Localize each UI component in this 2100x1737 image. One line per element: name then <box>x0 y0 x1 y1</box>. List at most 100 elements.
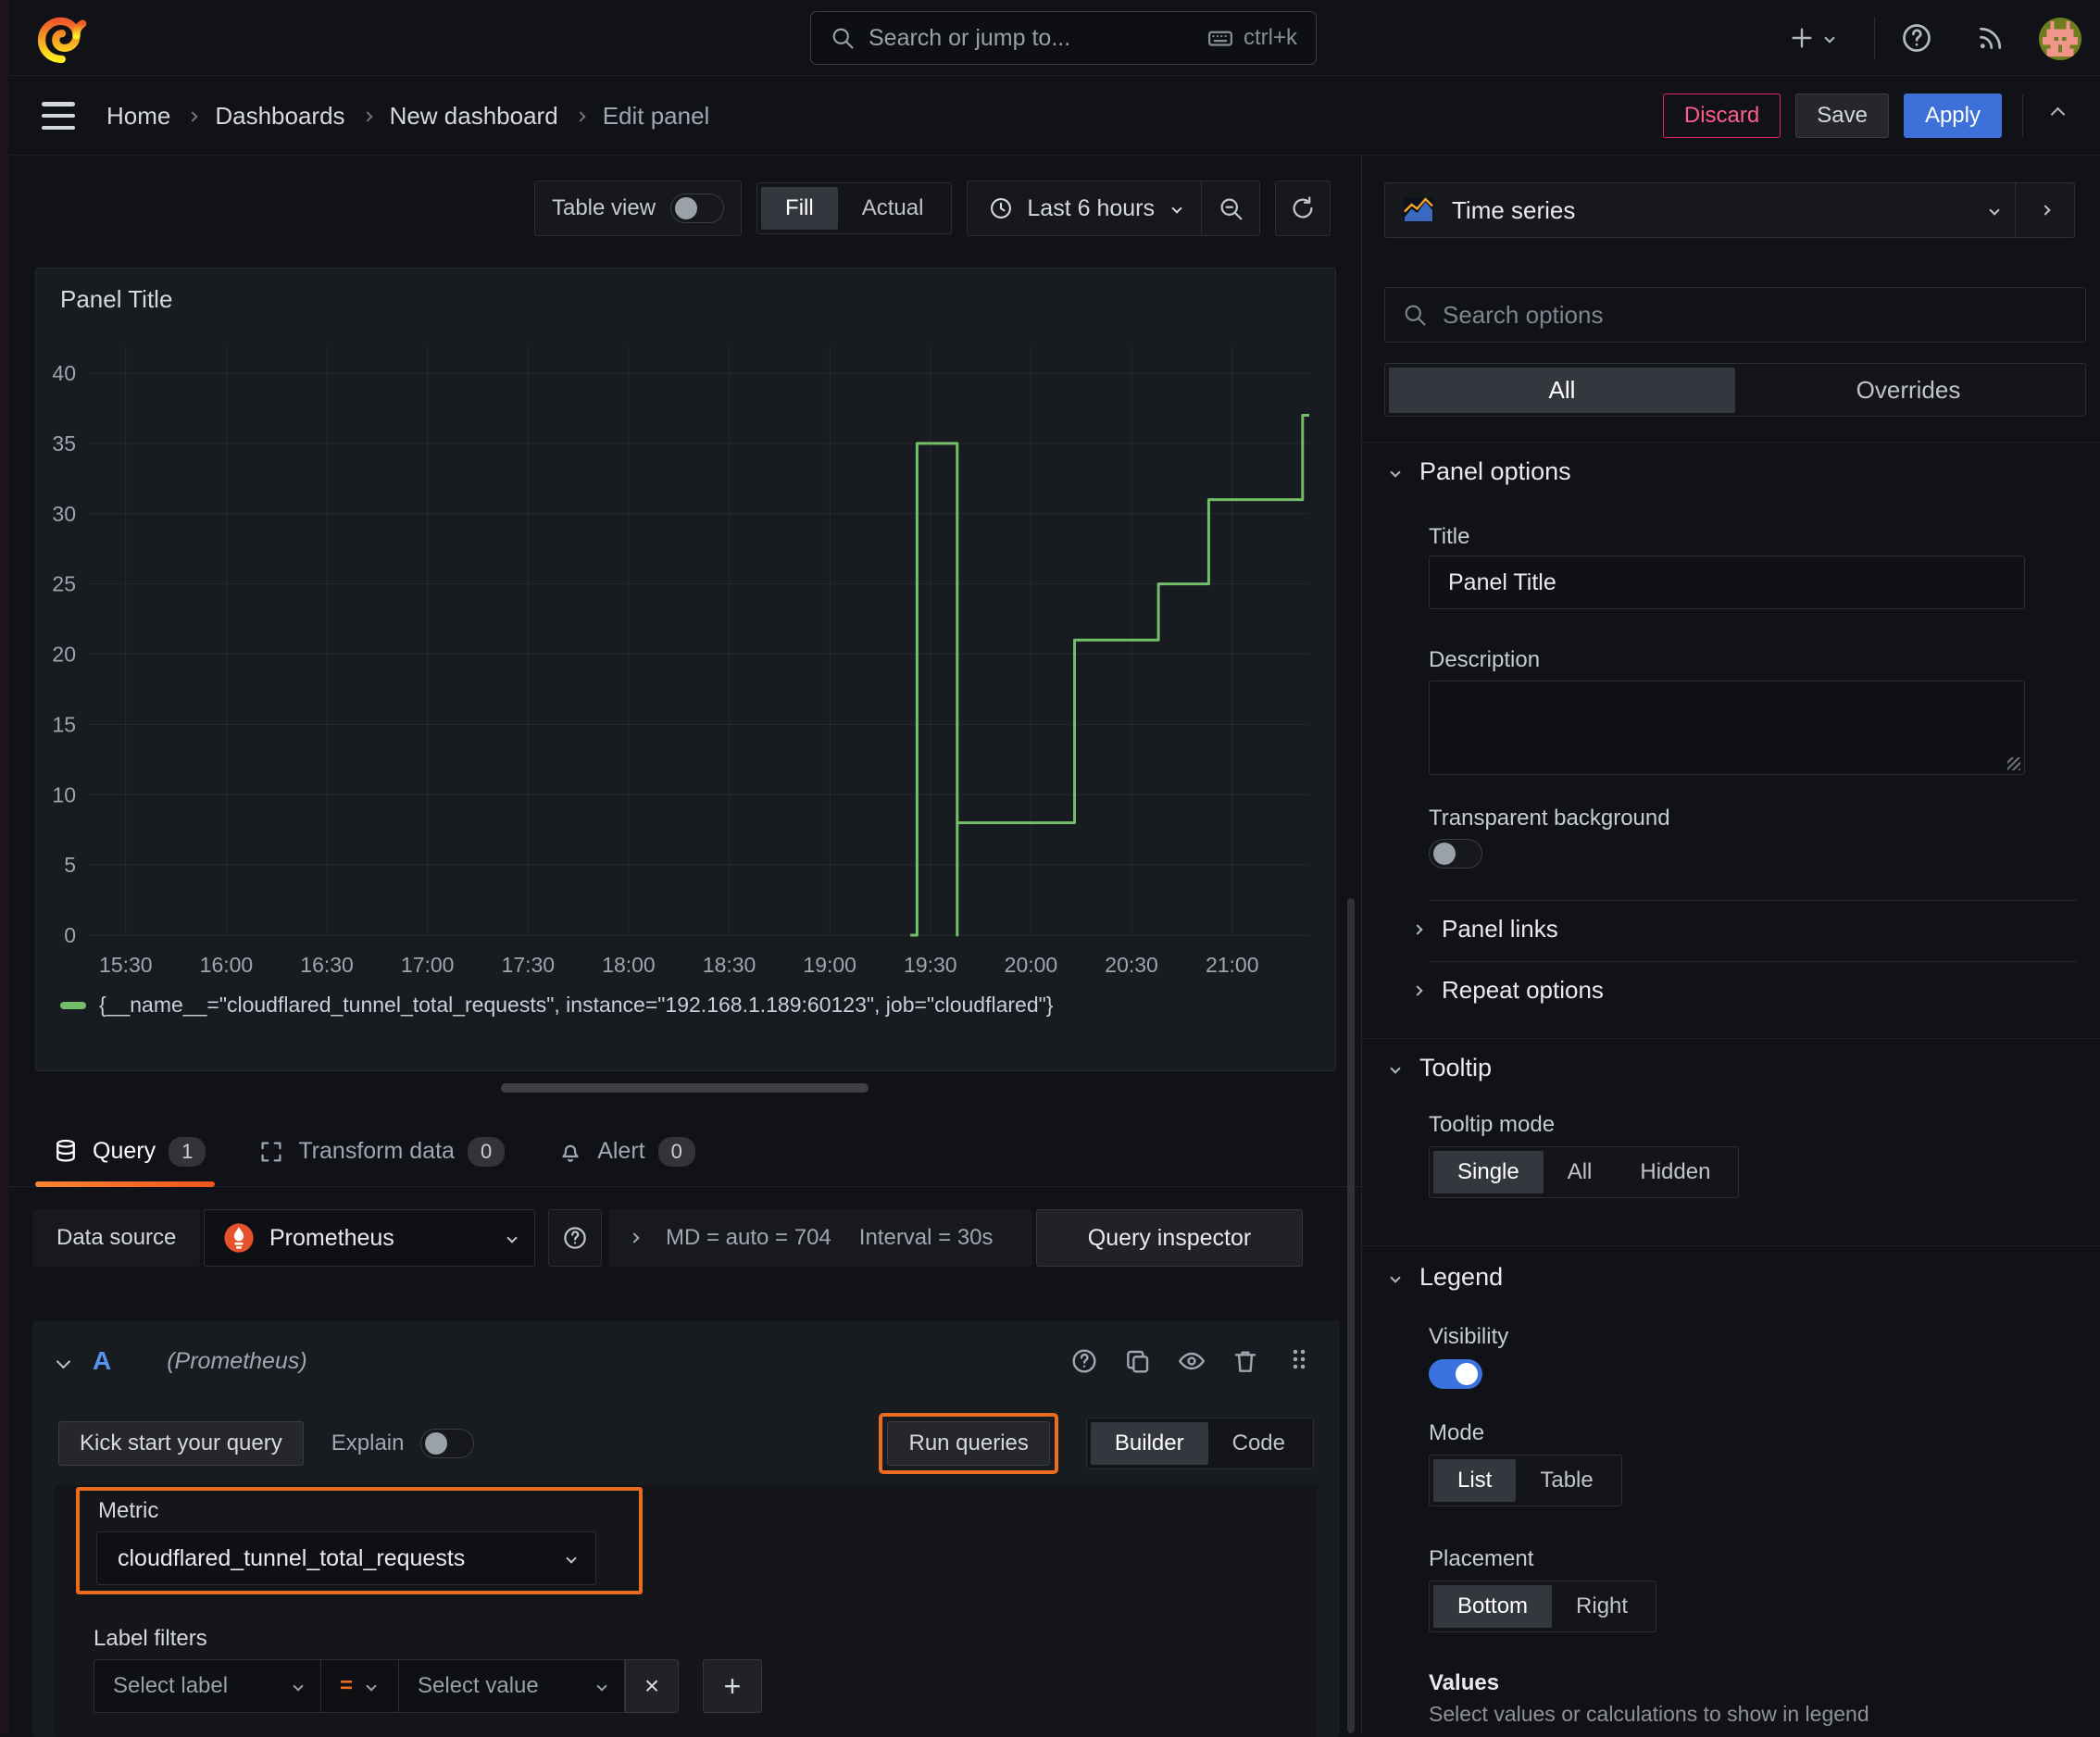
metric-select[interactable]: cloudflared_tunnel_total_requests <box>96 1531 596 1585</box>
news-button[interactable] <box>1974 0 2007 76</box>
values-label: Values <box>1429 1670 1499 1696</box>
add-filter-button[interactable]: + <box>703 1659 762 1713</box>
operator-dropdown[interactable]: = <box>321 1659 399 1713</box>
help-circle-icon <box>561 1224 589 1252</box>
svg-text:0: 0 <box>64 923 76 947</box>
svg-text:21:00: 21:00 <box>1206 953 1259 977</box>
duplicate-query-button[interactable] <box>1123 1346 1153 1376</box>
actual-option[interactable]: Actual <box>838 187 948 230</box>
apply-button[interactable]: Apply <box>1904 94 2002 138</box>
user-avatar[interactable] <box>2039 18 2081 60</box>
datasource-picker[interactable]: Prometheus <box>204 1209 535 1267</box>
new-menu-button[interactable] <box>1787 0 1833 76</box>
time-picker: Last 6 hours <box>967 181 1260 236</box>
legend-list-option[interactable]: List <box>1433 1459 1516 1502</box>
chevron-down-icon <box>596 1681 606 1691</box>
collapse-header-button[interactable] <box>2044 102 2072 130</box>
drag-query-handle[interactable] <box>1284 1344 1314 1379</box>
transparent-bg-toggle[interactable] <box>1429 839 1482 868</box>
max-datapoints-stat: MD = auto = 704 <box>666 1225 831 1251</box>
panel-links-title: Panel links <box>1442 915 1558 943</box>
textarea-resize-handle[interactable] <box>2007 757 2020 770</box>
query-inspector-button[interactable]: Query inspector <box>1036 1209 1303 1267</box>
bell-icon <box>556 1138 584 1166</box>
zoom-out-time-button[interactable] <box>1201 181 1259 235</box>
collapse-query-icon[interactable] <box>56 1354 71 1368</box>
repeat-options-section[interactable]: Repeat options <box>1414 976 1604 1005</box>
select-value-dropdown[interactable]: Select value <box>399 1659 625 1713</box>
select-label-dropdown[interactable]: Select label <box>94 1659 321 1713</box>
options-tab-overrides[interactable]: Overrides <box>1735 368 2081 413</box>
breadcrumb-dashboards[interactable]: Dashboards <box>215 102 344 131</box>
query-help-button[interactable] <box>1069 1346 1099 1376</box>
visibility-label: Visibility <box>1429 1324 1508 1350</box>
fill-option[interactable]: Fill <box>761 187 838 230</box>
discard-button[interactable]: Discard <box>1663 94 1781 138</box>
tooltip-section-header[interactable]: Tooltip <box>1392 1054 1492 1082</box>
tab-alert[interactable]: Alert 0 <box>556 1117 695 1187</box>
refresh-button[interactable] <box>1275 181 1331 236</box>
help-button[interactable] <box>1900 0 1933 76</box>
toggle-query-visibility-button[interactable] <box>1177 1346 1206 1376</box>
query-options-summary[interactable]: MD = auto = 704 Interval = 30s <box>608 1209 1032 1267</box>
options-search-input[interactable]: Search options <box>1384 287 2086 343</box>
explain-toggle[interactable] <box>420 1429 474 1458</box>
placement-bottom-option[interactable]: Bottom <box>1433 1585 1552 1628</box>
tooltip-all-option[interactable]: All <box>1544 1151 1617 1193</box>
panel-links-section[interactable]: Panel links <box>1414 915 1558 943</box>
tooltip-single-option[interactable]: Single <box>1433 1151 1544 1193</box>
legend-section-header[interactable]: Legend <box>1392 1263 1503 1292</box>
datasource-help-button[interactable] <box>548 1209 602 1267</box>
save-button[interactable]: Save <box>1795 94 1889 138</box>
chevron-down-icon <box>1390 1272 1400 1282</box>
toggle-viz-picker-button[interactable] <box>2015 183 2074 237</box>
kickstart-button[interactable]: Kick start your query <box>58 1421 304 1466</box>
legend-series-label[interactable]: {__name__="cloudflared_tunnel_total_requ… <box>99 993 1053 1018</box>
grafana-logo-icon[interactable] <box>36 11 90 65</box>
time-range-button[interactable]: Last 6 hours <box>968 195 1201 222</box>
main-scrollbar[interactable] <box>1347 898 1355 1733</box>
panel-title-input[interactable]: Panel Title <box>1429 556 2025 609</box>
delete-query-button[interactable] <box>1231 1346 1260 1376</box>
breadcrumb-new-dashboard[interactable]: New dashboard <box>390 102 558 131</box>
tooltip-title: Tooltip <box>1419 1054 1492 1082</box>
global-search-input[interactable]: Search or jump to... ctrl+k <box>810 11 1317 65</box>
breadcrumb-home[interactable]: Home <box>106 102 170 131</box>
svg-text:15: 15 <box>52 712 76 736</box>
tab-query-label: Query <box>93 1138 156 1165</box>
query-editor-card: A (Prometheus) Kick start your query Exp… <box>32 1320 1340 1737</box>
legend-table-option[interactable]: Table <box>1516 1459 1617 1502</box>
table-view-toggle[interactable] <box>670 194 724 223</box>
tooltip-mode-segmented: Single All Hidden <box>1429 1146 1739 1198</box>
panel-options-section-header[interactable]: Panel options <box>1392 457 1571 486</box>
code-option[interactable]: Code <box>1208 1422 1309 1465</box>
svg-text:16:30: 16:30 <box>300 953 354 977</box>
tab-query[interactable]: Query 1 <box>52 1117 206 1187</box>
tooltip-hidden-option[interactable]: Hidden <box>1616 1151 1734 1193</box>
visualization-select[interactable]: Time series <box>1385 194 2015 227</box>
remove-filter-button[interactable]: × <box>625 1659 679 1713</box>
builder-option[interactable]: Builder <box>1091 1422 1208 1465</box>
window-edge <box>0 0 8 1733</box>
legend-mode-label: Mode <box>1429 1420 1484 1446</box>
chevron-down-icon <box>366 1681 376 1691</box>
clock-icon <box>988 195 1014 221</box>
tab-transform[interactable]: Transform data 0 <box>257 1117 505 1187</box>
time-series-chart[interactable]: 15:3016:0016:3017:0017:3018:0018:3019:00… <box>45 335 1328 983</box>
chevron-down-icon <box>1824 32 1834 43</box>
options-filter-segmented: All Overrides <box>1384 363 2086 417</box>
panel-resize-handle[interactable] <box>501 1083 869 1093</box>
editor-tabs: Query 1 Transform data 0 Alert 0 <box>0 1117 1361 1187</box>
description-textarea[interactable] <box>1429 681 2025 775</box>
placement-right-option[interactable]: Right <box>1552 1585 1652 1628</box>
svg-text:20:30: 20:30 <box>1105 953 1158 977</box>
options-tab-all[interactable]: All <box>1389 368 1735 413</box>
run-queries-button[interactable]: Run queries <box>887 1421 1049 1466</box>
shortcut-text: ctrl+k <box>1244 25 1297 51</box>
query-ref-id[interactable]: A <box>93 1346 111 1376</box>
menu-toggle-button[interactable] <box>42 102 75 130</box>
chevron-down-icon <box>506 1232 517 1243</box>
legend-series-swatch[interactable] <box>60 1002 86 1009</box>
legend-visibility-toggle[interactable] <box>1429 1359 1482 1389</box>
help-circle-icon <box>1900 21 1933 55</box>
